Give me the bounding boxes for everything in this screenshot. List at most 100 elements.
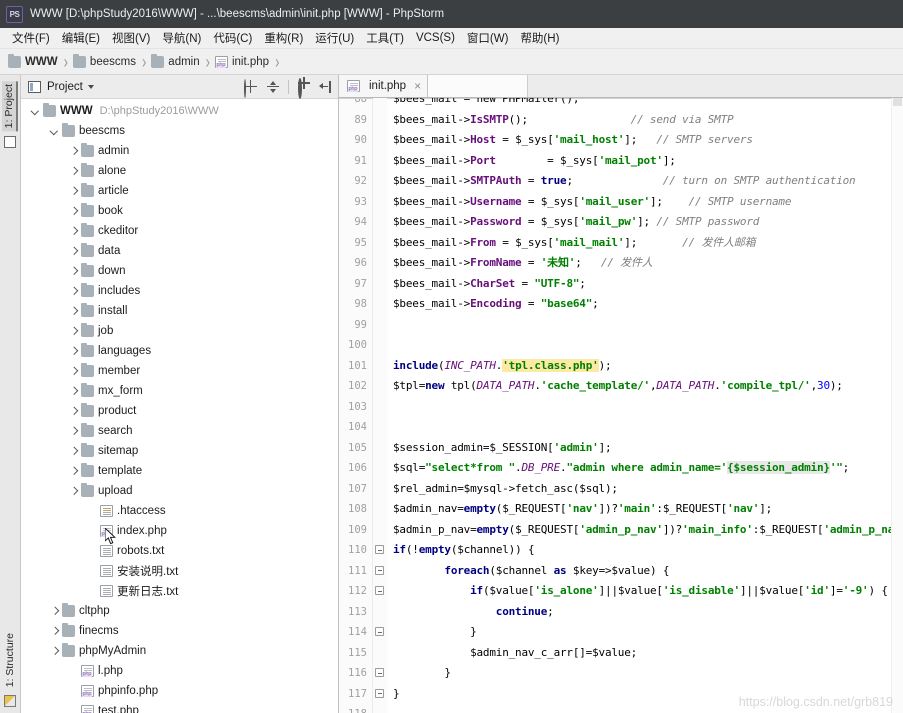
tree-node-www[interactable]: WWW D:\phpStudy2016\WWW <box>21 101 338 121</box>
menu-item-4[interactable]: 代码(C) <box>207 30 258 46</box>
menu-item-1[interactable]: 编辑(E) <box>56 30 106 46</box>
tree-node-install[interactable]: install <box>21 301 338 321</box>
tree-node-member[interactable]: member <box>21 361 338 381</box>
tree-node-index-php[interactable]: index.php <box>21 521 338 541</box>
chevron-right-icon[interactable] <box>67 485 80 498</box>
tree-node-down[interactable]: down <box>21 261 338 281</box>
menu-item-0[interactable]: 文件(F) <box>6 30 56 46</box>
tree-node-job[interactable]: job <box>21 321 338 341</box>
chevron-right-icon[interactable] <box>67 205 80 218</box>
tree-node-phpinfo-php[interactable]: phpinfo.php <box>21 681 338 701</box>
code-token: '" <box>829 461 843 474</box>
fold-cell[interactable] <box>373 581 387 602</box>
breadcrumb-item-init-php[interactable]: init.php <box>214 55 269 68</box>
tree-node-beescms[interactable]: beescms <box>21 121 338 141</box>
tree-node------txt[interactable]: 安装说明.txt <box>21 561 338 581</box>
code-token: Host <box>470 133 496 146</box>
fold-cell[interactable] <box>373 561 387 582</box>
tree-node-book[interactable]: book <box>21 201 338 221</box>
code-text-area[interactable]: $bees_mail = new PHPMailer(); $bees_mail-… <box>387 98 903 713</box>
tree-node-phpmyadmin[interactable]: phpMyAdmin <box>21 641 338 661</box>
menu-item-10[interactable]: 帮助(H) <box>514 30 565 46</box>
project-file-tree[interactable]: WWW D:\phpStudy2016\WWW beescms admin alone a… <box>21 99 338 713</box>
tree-node-ckeditor[interactable]: ckeditor <box>21 221 338 241</box>
hide-panel-icon[interactable] <box>319 80 333 94</box>
chevron-right-icon[interactable] <box>48 625 61 638</box>
menu-item-2[interactable]: 视图(V) <box>106 30 156 46</box>
fold-toggle-icon[interactable] <box>375 586 384 595</box>
tree-node-sitemap[interactable]: sitemap <box>21 441 338 461</box>
tree-node-data[interactable]: data <box>21 241 338 261</box>
fold-toggle-icon[interactable] <box>375 688 384 698</box>
chevron-right-icon[interactable] <box>67 145 80 158</box>
tree-node-article[interactable]: article <box>21 181 338 201</box>
tree-node-upload[interactable]: upload <box>21 481 338 501</box>
menu-item-8[interactable]: VCS(S) <box>410 32 461 44</box>
breadcrumb-item-www[interactable]: WWW <box>8 53 58 68</box>
chevron-right-icon[interactable] <box>67 265 80 278</box>
gear-icon[interactable] <box>297 77 311 99</box>
chevron-right-icon[interactable] <box>67 405 80 418</box>
tree-node-languages[interactable]: languages <box>21 341 338 361</box>
collapse-all-icon[interactable] <box>266 80 280 94</box>
tree-node-robots-txt[interactable]: robots.txt <box>21 541 338 561</box>
breadcrumb-item-admin[interactable]: admin <box>151 53 200 68</box>
fold-toggle-icon[interactable] <box>375 668 384 677</box>
chevron-right-icon[interactable] <box>67 365 80 378</box>
breadcrumb-separator: › <box>63 50 68 73</box>
chevron-right-icon[interactable] <box>67 285 80 298</box>
chevron-right-icon[interactable] <box>67 385 80 398</box>
chevron-right-icon[interactable] <box>67 445 80 458</box>
tree-node-product[interactable]: product <box>21 401 338 421</box>
fold-toggle-icon[interactable] <box>375 627 384 636</box>
tree-node-test-php[interactable]: test.php <box>21 701 338 713</box>
chevron-down-icon[interactable] <box>87 84 94 89</box>
code-editor[interactable]: 88 89 90 91 92 93 94 95 96 97 98 99 100 101 102 103 104 1… <box>339 98 903 713</box>
chevron-right-icon[interactable] <box>67 225 80 238</box>
fold-cell[interactable] <box>373 684 387 705</box>
tab-init-php[interactable]: init.php × <box>339 75 429 97</box>
tree-node-includes[interactable]: includes <box>21 281 338 301</box>
chevron-right-icon[interactable] <box>67 165 80 178</box>
sidebar-tab-project[interactable]: 1: Project <box>2 81 18 132</box>
tree-node-mx-form[interactable]: mx_form <box>21 381 338 401</box>
editor-scrollbar[interactable] <box>891 98 903 713</box>
tree-node-search[interactable]: search <box>21 421 338 441</box>
fold-cell[interactable] <box>373 540 387 561</box>
code-token: ) { <box>649 563 670 577</box>
chevron-right-icon[interactable] <box>67 305 80 318</box>
menu-item-5[interactable]: 重构(R) <box>258 30 309 46</box>
tree-node-template[interactable]: template <box>21 461 338 481</box>
locate-icon[interactable] <box>244 78 258 98</box>
chevron-right-icon[interactable] <box>67 345 80 358</box>
chevron-right-icon[interactable] <box>48 605 61 618</box>
tree-node------txt[interactable]: 更新日志.txt <box>21 581 338 601</box>
tree-node-alone[interactable]: alone <box>21 161 338 181</box>
scrollbar-thumb[interactable] <box>893 98 902 106</box>
fold-toggle-icon[interactable] <box>375 545 384 554</box>
tree-node-finecms[interactable]: finecms <box>21 621 338 641</box>
menu-item-6[interactable]: 运行(U) <box>309 30 360 46</box>
chevron-down-icon[interactable] <box>29 105 42 118</box>
tree-node--htaccess[interactable]: .htaccess <box>21 501 338 521</box>
close-icon[interactable]: × <box>414 79 421 93</box>
chevron-right-icon[interactable] <box>48 645 61 658</box>
chevron-right-icon[interactable] <box>67 325 80 338</box>
chevron-right-icon[interactable] <box>67 425 80 438</box>
menu-item-9[interactable]: 窗口(W) <box>461 30 515 46</box>
chevron-right-icon[interactable] <box>67 245 80 258</box>
fold-toggle-icon[interactable] <box>375 565 384 575</box>
chevron-right-icon[interactable] <box>67 465 80 478</box>
menu-item-7[interactable]: 工具(T) <box>360 30 410 46</box>
menu-item-3[interactable]: 导航(N) <box>156 30 207 46</box>
sidebar-tab-structure[interactable]: 1: Structure <box>3 630 17 690</box>
chevron-down-icon[interactable] <box>48 125 61 138</box>
tree-node-cltphp[interactable]: cltphp <box>21 601 338 621</box>
breadcrumb-item-beescms[interactable]: beescms <box>72 53 136 68</box>
code-folding-column[interactable] <box>373 98 387 713</box>
fold-cell[interactable] <box>373 663 387 684</box>
fold-cell[interactable] <box>373 622 387 643</box>
chevron-right-icon[interactable] <box>67 185 80 198</box>
tree-node-l-php[interactable]: l.php <box>21 661 338 681</box>
tree-node-admin[interactable]: admin <box>21 141 338 161</box>
